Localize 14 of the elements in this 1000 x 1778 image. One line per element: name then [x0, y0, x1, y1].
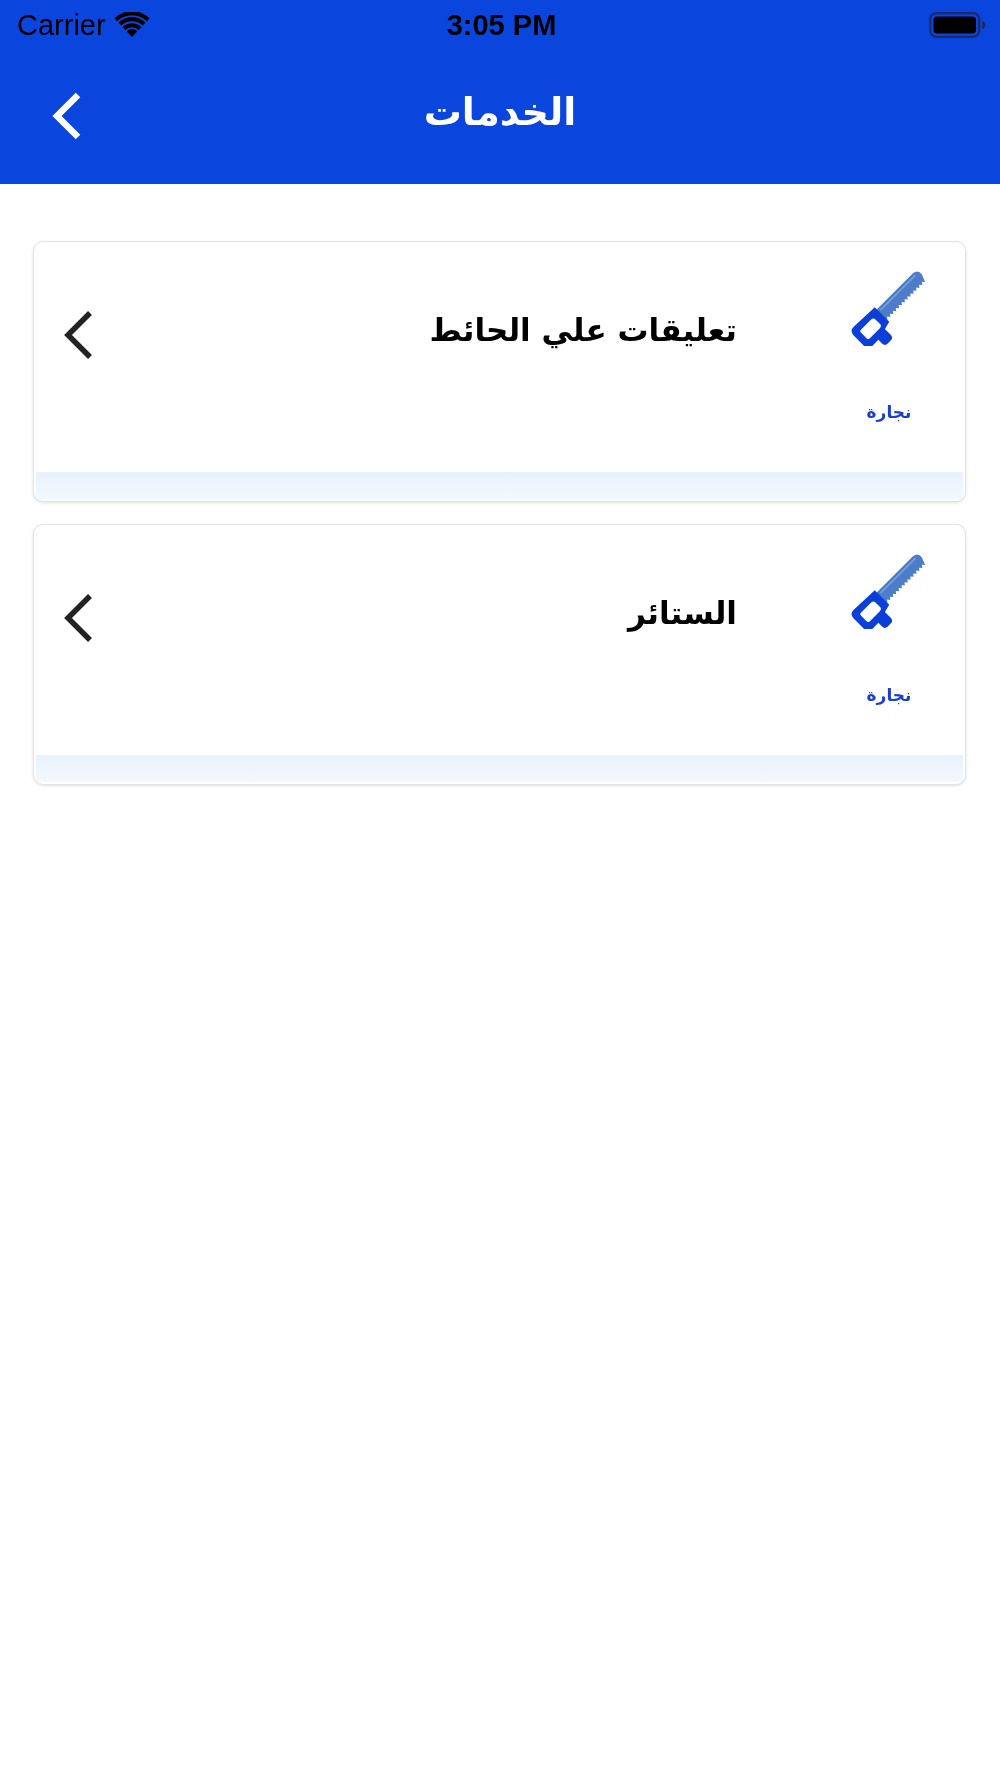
status-time: 3:05 PM — [446, 10, 557, 40]
page-title: الخدمات — [423, 90, 577, 137]
service-title: تعليقات علي الحائط — [428, 311, 737, 351]
chevron-left-icon — [62, 310, 94, 360]
category-label: نجارة — [866, 402, 912, 423]
wifi-icon — [113, 12, 150, 38]
category-label: نجارة — [866, 685, 912, 706]
chevron-left-icon — [52, 92, 82, 140]
service-title: الستائر — [625, 594, 737, 634]
chevron-left-icon — [62, 593, 94, 643]
battery-icon — [929, 12, 986, 38]
service-card[interactable]: نجارة تعليقات علي الحائط — [33, 241, 966, 502]
carrier-name: Carrier — [17, 10, 106, 40]
service-card[interactable]: نجارة الستائر — [33, 524, 966, 785]
